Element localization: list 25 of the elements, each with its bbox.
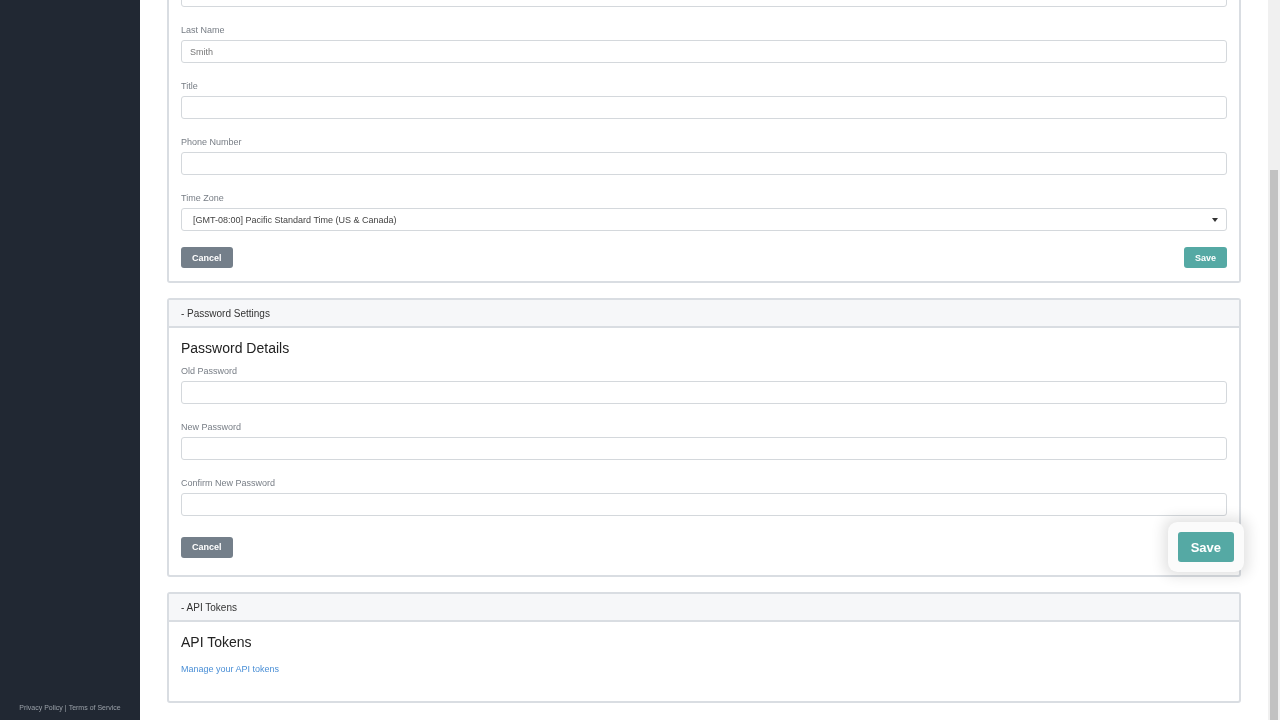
field-label: Title	[181, 81, 199, 91]
select-field[interactable]: [GMT-08:00] Pacific Standard Time (US & Canada)	[181, 208, 1227, 231]
input-field[interactable]	[181, 381, 1227, 404]
section-header[interactable]: - API Tokens	[169, 594, 1239, 622]
manage-tokens-link[interactable]: Manage your API tokens	[181, 664, 280, 674]
field-label: Last Name	[181, 25, 226, 35]
caret-icon	[1212, 217, 1218, 222]
section-title: Password Details	[181, 340, 291, 356]
save-button[interactable]: Save	[1183, 247, 1227, 268]
input-field[interactable]	[181, 152, 1227, 175]
input-field[interactable]	[181, 437, 1227, 460]
section-header[interactable]: - Password Settings	[169, 300, 1239, 328]
field-label: Time Zone	[181, 193, 225, 203]
field-label: Old Password	[181, 366, 239, 376]
cancel-button[interactable]: Cancel	[181, 536, 233, 558]
section-title: API Tokens	[181, 634, 253, 650]
field-label: Confirm New Password	[181, 478, 277, 488]
field-label: New Password	[181, 422, 243, 432]
input-field[interactable]	[181, 493, 1227, 516]
scrollbar-thumb[interactable]	[1270, 170, 1278, 720]
field-label: Phone Number	[181, 137, 243, 147]
input-field[interactable]: Smith	[181, 40, 1227, 63]
scrollbar[interactable]	[1268, 0, 1280, 720]
input-field[interactable]	[181, 96, 1227, 119]
cancel-button[interactable]: Cancel	[181, 247, 233, 268]
